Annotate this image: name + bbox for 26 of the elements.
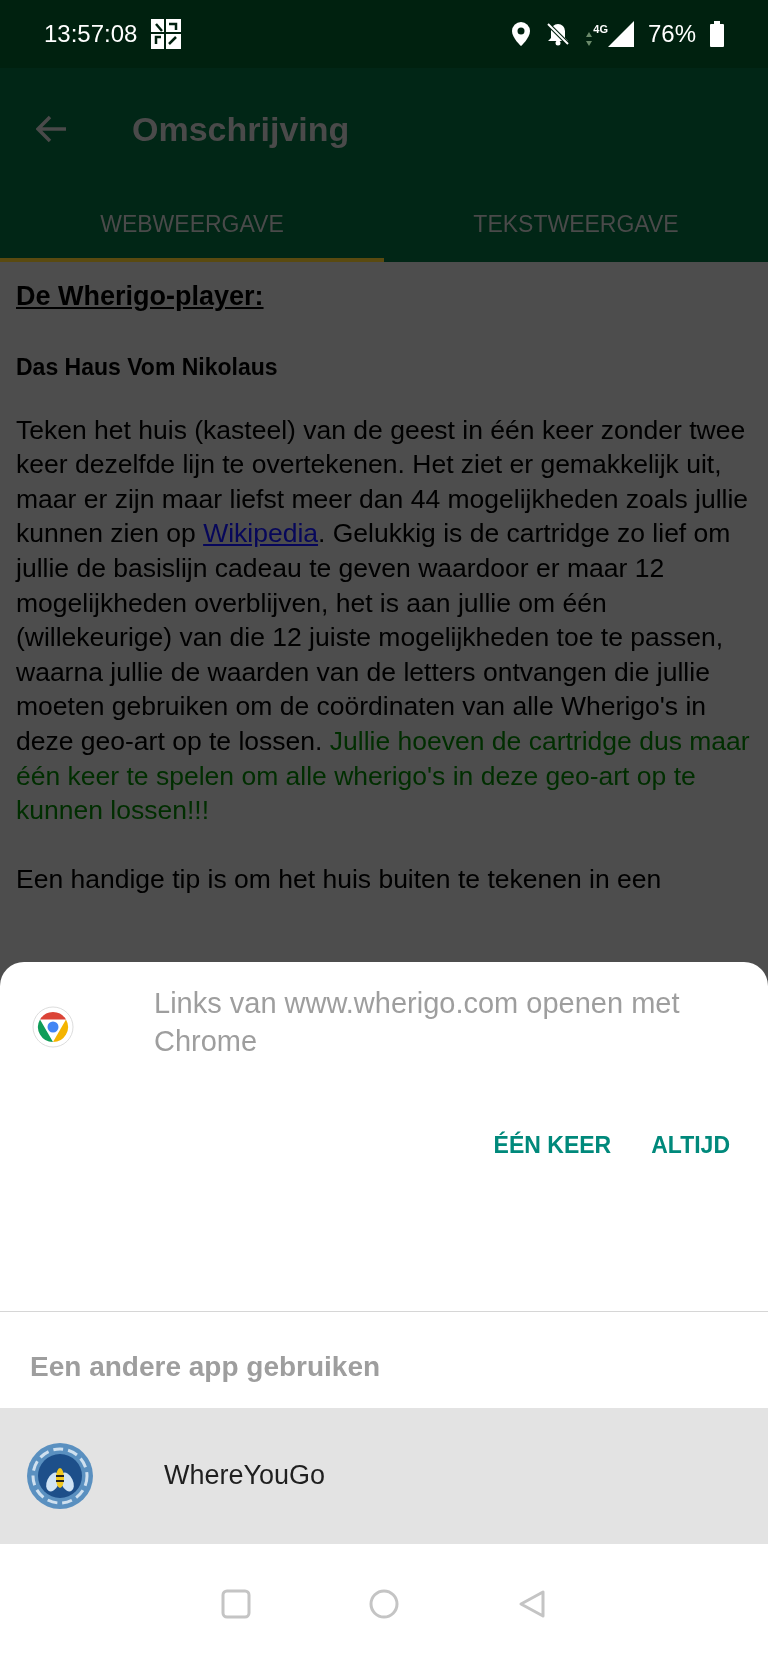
location-icon — [511, 22, 532, 46]
home-icon[interactable] — [369, 1588, 399, 1619]
page-heading: De Wherigo-player: — [16, 280, 265, 313]
app-name: WhereYouGo — [164, 1459, 326, 1493]
signal-icon — [607, 21, 634, 47]
geocaching-icon — [151, 19, 182, 49]
section-heading: Das Haus Vom Nikolaus — [16, 353, 279, 382]
network-type: 4G — [593, 22, 608, 37]
description-paragraph: Teken het huis (kasteel) van de geest in één keer zonder twee keer dezelfde lijn te overtekenen. Het ziet er gemakkelijk uit, maar er zijn maar liefst meer dan 44 mogelijkheden zoals jullie kunnen zien op Wikipedia. Gelukkig is de cartridge zo lief om jullie de basislijn cadeau te geven waardoor er maar 12 mogelijkheden overblijven, het is aan jullie om één (willekeurige) van die 12 juiste mogelijkheden toe te passen, waarna jullie de waarden van de letters ontvangen die jullie moeten gebruiken om de coördinaten van alle Wherigo's in deze geo-art op te lossen. Jullie hoeven de cartridge dus maar één keer te spelen om alle wherigo's in deze geo-art op te kunnen lossen!!! — [16, 413, 751, 828]
firefly-app-icon — [26, 1441, 94, 1510]
sheet-action-button[interactable]: ÉÉN KEER — [483, 1120, 622, 1171]
battery-percent: 76% — [647, 19, 696, 49]
tip-paragraph: Een handige tip is om het huis buiten te tekenen in een — [16, 862, 663, 896]
other-app-label: Een andere app gebruiken — [29, 1349, 382, 1384]
app-bar-title: Omschrijving — [132, 108, 350, 150]
recents-icon[interactable] — [221, 1588, 251, 1619]
bell-off-icon — [545, 21, 572, 47]
data-arrows-icon — [585, 31, 594, 47]
back-icon[interactable] — [517, 1588, 547, 1619]
app-list-item[interactable]: WhereYouGo — [0, 1407, 768, 1544]
status-time: 13:57:08 — [44, 19, 138, 49]
sheet-action-button[interactable]: ALTIJD — [641, 1120, 740, 1171]
chrome-icon — [32, 1006, 74, 1048]
battery-icon — [710, 21, 724, 47]
back-arrow-icon[interactable] — [36, 115, 68, 143]
sheet-title: Links van www.wherigo.com openen met Chrome — [154, 986, 681, 1059]
